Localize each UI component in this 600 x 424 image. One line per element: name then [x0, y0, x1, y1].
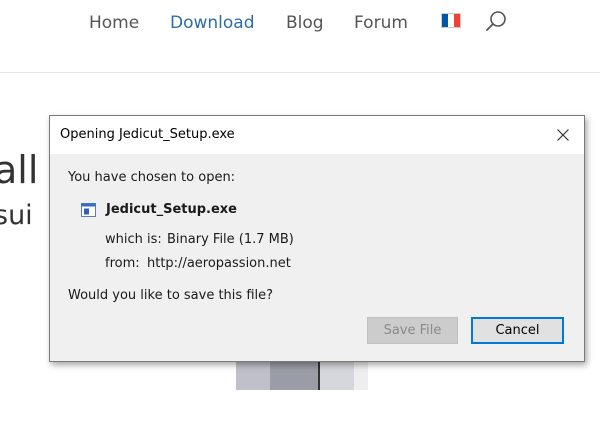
page-heading-fragment: all: [0, 148, 39, 192]
dialog-titlebar: Opening Jedicut_Setup.exe: [50, 116, 584, 154]
nav-forum[interactable]: Forum: [354, 13, 408, 33]
dialog-title: Opening Jedicut_Setup.exe: [60, 127, 235, 142]
search-icon[interactable]: [485, 9, 509, 33]
save-file-button[interactable]: Save File: [367, 317, 458, 344]
executable-file-icon: [81, 203, 96, 217]
top-navigation: Home Download Blog Forum: [0, 0, 600, 73]
open-file-dialog: Opening Jedicut_Setup.exe You have chose…: [49, 115, 585, 362]
nav-blog[interactable]: Blog: [286, 13, 324, 33]
dialog-prompt: You have chosen to open:: [68, 170, 236, 185]
close-icon[interactable]: [550, 122, 576, 148]
cancel-button[interactable]: Cancel: [471, 317, 564, 344]
nav-home[interactable]: Home: [89, 13, 139, 33]
file-source-label: from:: [105, 256, 140, 271]
file-type-label: which is:: [105, 232, 162, 247]
file-source-value: http://aeropassion.net: [147, 256, 291, 271]
file-name: Jedicut_Setup.exe: [106, 202, 238, 217]
nav-download[interactable]: Download: [170, 13, 255, 33]
save-question: Would you like to save this file?: [68, 288, 274, 303]
file-type-value: Binary File (1.7 MB): [167, 232, 294, 247]
french-flag-icon[interactable]: [441, 13, 461, 28]
page-subheading-fragment: sui: [0, 200, 33, 231]
